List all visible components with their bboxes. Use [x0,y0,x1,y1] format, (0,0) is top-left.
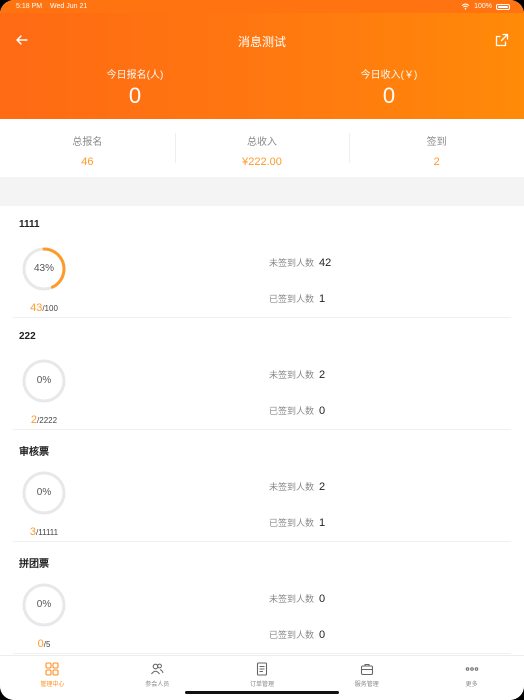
checked-stat: 已签到人数 0 [269,628,325,641]
unchecked-stat: 未签到人数 2 [269,480,325,493]
ticket-item[interactable]: 1111 43% 43/100 未签到人数 42 已签到人数 1 [13,206,511,318]
tab-label: 管理中心 [40,682,65,688]
ticket-ratio: 2/2222 [13,410,75,428]
ticket-total: /5 [43,640,51,649]
checked-label: 已签到人数 [269,294,315,304]
unchecked-label: 未签到人数 [269,258,315,268]
unchecked-label: 未签到人数 [269,594,315,604]
document-icon [256,662,268,676]
summary-bar: 总报名 46 总收入 ¥222.00 签到 2 [0,119,524,177]
more-icon [465,667,478,671]
today-income-value: 0 [382,83,396,108]
ticket-total: /2222 [37,416,58,425]
tab-label: 参会人员 [145,682,170,688]
battery-percent: 100% [474,3,492,10]
summary-checkin: 签到 2 [349,129,524,168]
tab-label: 订单管理 [249,682,274,688]
ticket-ratio: 0/5 [13,634,75,652]
ticket-total: /11111 [36,528,59,537]
checked-label: 已签到人数 [269,630,315,640]
tab-label: 服务管理 [354,682,379,688]
unchecked-stat: 未签到人数 0 [269,592,325,605]
ticket-name: 审核票 [19,447,49,458]
progress-percent: 0% [36,487,52,498]
grid-icon [45,662,59,676]
today-signup-value: 0 [128,83,142,108]
ticket-total: /100 [42,304,58,313]
checked-count: 1 [319,517,326,529]
ticket-list[interactable]: 1111 43% 43/100 未签到人数 42 已签到人数 1 222 0% … [0,206,524,655]
checked-label: 已签到人数 [269,518,315,528]
people-icon [151,663,164,675]
tab-label: 更多 [465,682,478,688]
checked-count: 0 [319,629,326,641]
app-screen: 5:18 PM Wed Jun 21 100% 消息测试 今日报名(人) 0 今… [0,0,524,700]
ticket-name: 拼团票 [19,559,49,570]
tab-more[interactable]: 更多 [419,656,524,700]
checked-count: 0 [319,405,326,417]
today-signup: 今日报名(人) 0 [60,66,210,109]
progress-percent: 0% [36,599,52,610]
summary-total-income: 总收入 ¥222.00 [174,129,350,168]
wifi-icon [461,3,470,10]
unchecked-stat: 未签到人数 2 [269,368,325,381]
checked-stat: 已签到人数 1 [269,292,325,305]
ticket-name: 222 [19,331,36,342]
unchecked-label: 未签到人数 [269,482,315,492]
page-title: 消息测试 [237,35,286,49]
header: 消息测试 今日报名(人) 0 今日收入(￥) 0 [0,13,524,119]
ticket-name: 1111 [19,219,40,230]
unchecked-count: 42 [319,257,332,269]
total-signup-label: 总报名 [72,137,103,148]
today-income: 今日收入(￥) 0 [314,66,464,109]
unchecked-count: 0 [319,593,326,605]
ticket-item[interactable]: 222 0% 2/2222 未签到人数 2 已签到人数 0 [13,318,511,430]
unchecked-count: 2 [319,369,326,381]
battery-icon [496,3,510,10]
checked-stat: 已签到人数 0 [269,404,325,417]
unchecked-count: 2 [319,481,326,493]
checked-count: 1 [319,293,326,305]
status-right: 100% [461,3,510,10]
unchecked-label: 未签到人数 [269,370,315,380]
checkin-label: 签到 [426,137,447,148]
ticket-item[interactable]: 审核票 0% 3/11111 未签到人数 2 已签到人数 1 [13,430,511,542]
status-bar: 5:18 PM Wed Jun 21 100% [0,0,524,13]
checked-stat: 已签到人数 1 [269,516,325,529]
progress-percent: 43% [33,263,54,274]
ticket-sold: 43 [30,302,43,314]
today-income-label: 今日收入(￥) [360,70,418,81]
checked-label: 已签到人数 [269,406,315,416]
share-icon[interactable] [494,32,510,48]
briefcase-icon [360,664,373,676]
unchecked-stat: 未签到人数 42 [269,256,331,269]
checkin-value: 2 [433,156,440,168]
ticket-ratio: 3/11111 [13,522,75,540]
ticket-ratio: 43/100 [13,298,75,316]
status-time: 5:18 PM [16,3,43,10]
tab-management-center[interactable]: 管理中心 [0,656,105,700]
today-signup-label: 今日报名(人) [106,70,164,81]
status-date: Wed Jun 21 [50,3,88,10]
status-left: 5:18 PM Wed Jun 21 [16,3,87,10]
ticket-item[interactable]: 拼团票 0% 0/5 未签到人数 0 已签到人数 0 [13,542,511,654]
home-indicator[interactable] [185,691,339,694]
total-income-value: ¥222.00 [242,156,282,168]
total-income-label: 总收入 [247,137,277,148]
progress-percent: 0% [36,375,52,386]
total-signup-value: 46 [81,156,94,168]
summary-total-signup: 总报名 46 [0,129,175,168]
